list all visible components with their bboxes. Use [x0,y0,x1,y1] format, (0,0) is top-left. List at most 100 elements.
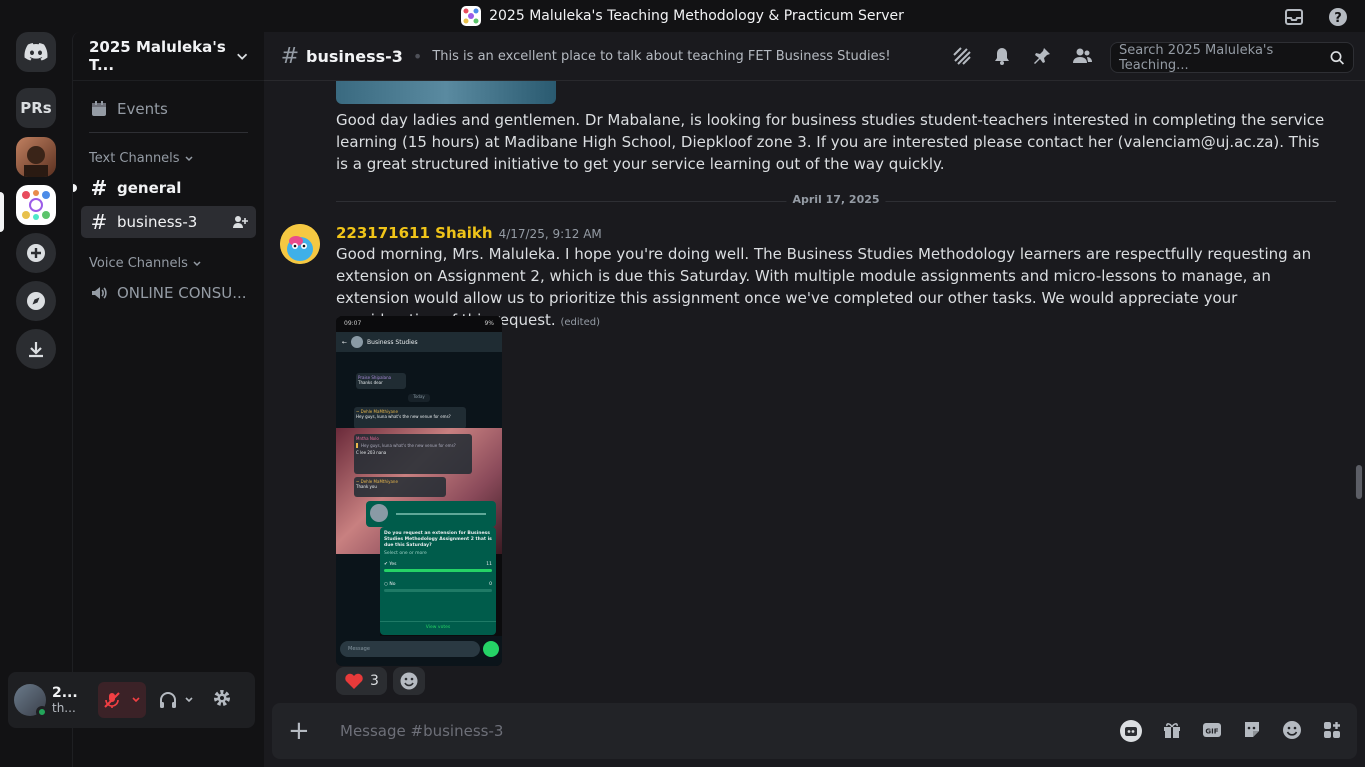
chevron-down-icon[interactable] [131,695,141,705]
window-title-text: 2025 Maluleka's Teaching Methodology & P… [489,8,904,24]
gif-icon[interactable]: GIF [1201,719,1223,741]
poll-no-label: No [389,582,396,587]
mute-button[interactable] [98,682,146,718]
add-server-icon [27,244,45,262]
apps-icon[interactable] [1321,719,1343,741]
phone-screenshot-attachment[interactable]: 09:07 9% ← Business Studies Praise Shipa… [336,316,502,666]
hash-icon: # [90,176,108,200]
phone-bubble: Mntha Nolo Hey guys, kuna what's the new… [354,434,472,474]
message-composer[interactable]: + Message #business-3 GIF [272,703,1357,759]
message-author[interactable]: 223171611 Shaikh [336,224,493,242]
server-icon [461,6,482,26]
channel-general[interactable]: # general [73,172,256,204]
scrollbar[interactable] [1355,465,1363,499]
previous-image-attachment[interactable] [336,81,556,104]
hash-icon: # [280,43,300,69]
guild-prs[interactable]: PRs [16,88,56,128]
window-title: 2025 Maluleka's Teaching Methodology & P… [461,6,904,26]
user-status: th... [52,701,76,715]
phone-today-label: Today [408,394,430,402]
phone-bubble: ~ Dehle MaMthiyane Hey guys, kuna what's… [354,407,466,429]
voice-channel-online[interactable]: ONLINE CONSU... [81,277,256,309]
phone-sender: Mntha Nolo [356,436,379,441]
channel-topic[interactable]: This is an excellent place to talk about… [432,49,890,64]
app-launcher-icon[interactable] [1119,719,1143,743]
reaction-bar: 3 [336,667,425,695]
upload-plus-icon[interactable]: + [288,716,312,746]
heart-reaction[interactable]: 3 [336,667,387,695]
message-text: Good day ladies and gentlemen. Dr Mabala… [336,111,1325,173]
search-placeholder: Search 2025 Maluleka's Teaching... [1119,42,1274,73]
threads-icon[interactable] [951,45,973,67]
edited-label: (edited) [560,317,600,328]
poll-view-votes: View votes [380,621,496,630]
user-name: 2... [52,685,78,701]
unread-indicator [73,184,77,192]
guild-avatar[interactable] [16,137,56,177]
avatar[interactable] [14,684,48,718]
poll-yes-bar [384,569,492,572]
server-name: 2025 Maluleka's T... [89,38,226,74]
guild-maluleka-server[interactable] [16,185,56,225]
bell-icon[interactable] [991,45,1013,67]
add-server-button[interactable] [16,233,56,273]
pin-icon[interactable] [1031,45,1053,67]
voice-channels-category[interactable]: Voice Channels [89,256,248,271]
svg-text:?: ? [1334,11,1342,26]
poll-yes-label: Yes [389,562,397,567]
text-channels-label: Text Channels [89,151,180,166]
phone-quoted-message: Hey guys, kuna what's the new venue for … [356,443,470,448]
deafen-button[interactable] [158,690,194,710]
chevron-down-icon [193,260,201,266]
phone-mic-icon [483,641,499,657]
events-label: Events [117,100,168,118]
discover-icon [27,292,45,310]
phone-battery: 9% [484,319,494,327]
inbox-icon[interactable] [1283,6,1305,28]
server-header[interactable]: 2025 Maluleka's T... [73,32,264,81]
poll-question: Do you request an extension for Business… [384,531,492,548]
text-channels-category[interactable]: Text Channels [89,151,248,166]
reaction-count: 3 [370,673,379,689]
add-reaction-button[interactable] [392,667,425,695]
poll-option-no: ○ No 0 [384,582,492,587]
add-reaction-icon [400,672,418,690]
mic-muted-icon [104,692,120,708]
help-icon[interactable]: ? [1327,6,1349,28]
phone-bubble: ~ Dehle MaMthiyane Thank you [354,477,446,497]
gear-icon [214,690,230,706]
back-arrow-icon: ← [342,338,348,346]
avatar[interactable] [280,224,320,264]
voice-channels-label: Voice Channels [89,256,188,271]
discord-home-button[interactable] [16,32,56,72]
phone-message: Thank you [356,484,377,489]
chevron-down-icon[interactable] [184,695,194,705]
sticker-icon[interactable] [1241,719,1263,741]
poll-option-yes: ✔ Yes 11 [384,562,492,567]
composer-placeholder: Message #business-3 [340,722,504,740]
poll-no-bar [384,589,492,592]
chevron-down-icon [236,53,247,60]
phone-time: 09:07 [344,319,362,327]
phone-poll: Do you request an extension for Business… [380,527,496,635]
search-icon [1330,50,1345,65]
phone-bubble: Praise Shipalana Thanks dear [356,373,406,389]
date-divider: April 17, 2025 [336,193,1336,206]
download-apps-button[interactable] [16,329,56,369]
events-item[interactable]: Events [81,93,256,125]
channel-title: business-3 [306,46,403,66]
online-status-icon [36,706,48,718]
discord-logo-icon [24,43,48,61]
channel-name: business-3 [117,213,198,231]
gift-icon[interactable] [1161,719,1183,741]
invite-icon[interactable] [232,214,248,230]
speaker-icon [92,287,107,299]
phone-message: Hey guys, kuna what's the new venue for … [356,414,451,419]
member-list-icon[interactable] [1071,45,1093,67]
phone-voice-note [366,501,496,527]
user-settings-button[interactable] [212,688,232,712]
search-input[interactable]: Search 2025 Maluleka's Teaching... [1110,42,1354,73]
emoji-icon[interactable] [1281,719,1303,741]
channel-business-3[interactable]: # business-3 [81,206,256,238]
discover-button[interactable] [16,281,56,321]
